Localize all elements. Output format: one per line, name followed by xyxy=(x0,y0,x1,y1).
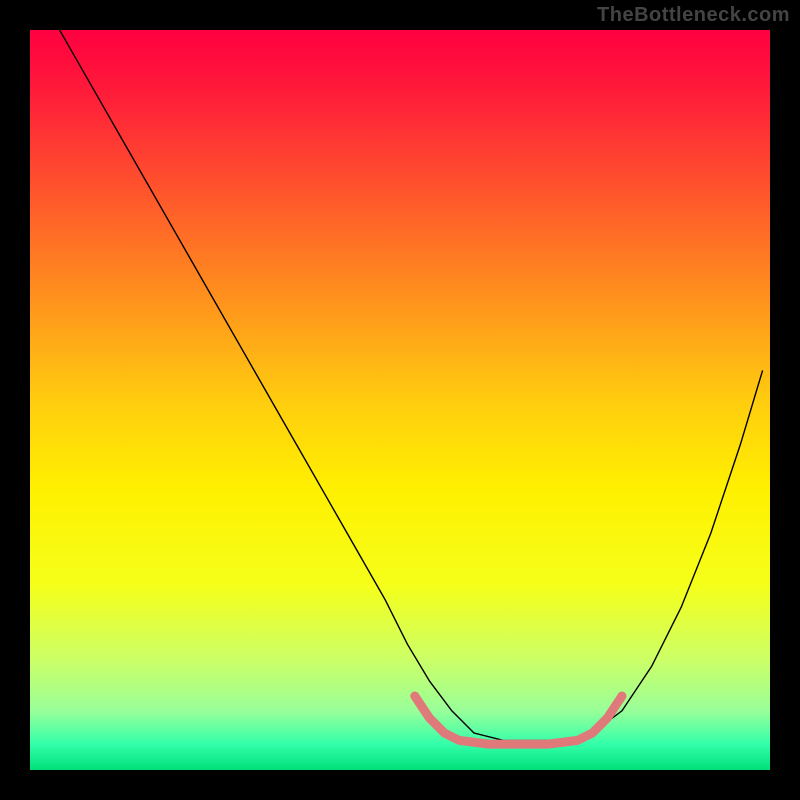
bottleneck-chart xyxy=(30,30,770,770)
plot-area xyxy=(30,30,770,770)
watermark-text: TheBottleneck.com xyxy=(597,4,790,27)
chart-frame: TheBottleneck.com xyxy=(0,0,800,800)
gradient-background xyxy=(30,30,770,770)
